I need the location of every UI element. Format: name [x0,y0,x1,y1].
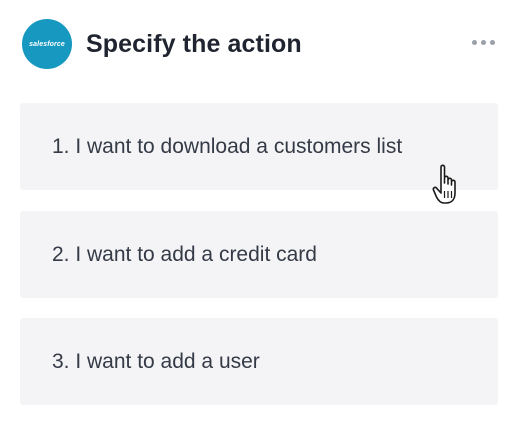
panel-header: salesforce Specify the action [22,18,503,70]
option-label: 2. I want to add a credit card [52,243,317,266]
logo-text: salesforce [29,40,65,48]
more-horizontal-icon [481,40,486,45]
more-options-button[interactable] [472,40,495,45]
more-horizontal-icon [472,40,477,45]
page-title: Specify the action [86,29,302,58]
option-download-customers-list[interactable]: 1. I want to download a customers list [20,103,498,190]
more-horizontal-icon [490,40,495,45]
option-label: 3. I want to add a user [52,350,260,373]
option-add-user[interactable]: 3. I want to add a user [20,318,498,405]
action-panel: salesforce Specify the action 1. I want … [0,0,525,430]
option-label: 1. I want to download a customers list [52,135,403,158]
option-add-credit-card[interactable]: 2. I want to add a credit card [20,211,498,298]
salesforce-logo: salesforce [22,19,72,69]
